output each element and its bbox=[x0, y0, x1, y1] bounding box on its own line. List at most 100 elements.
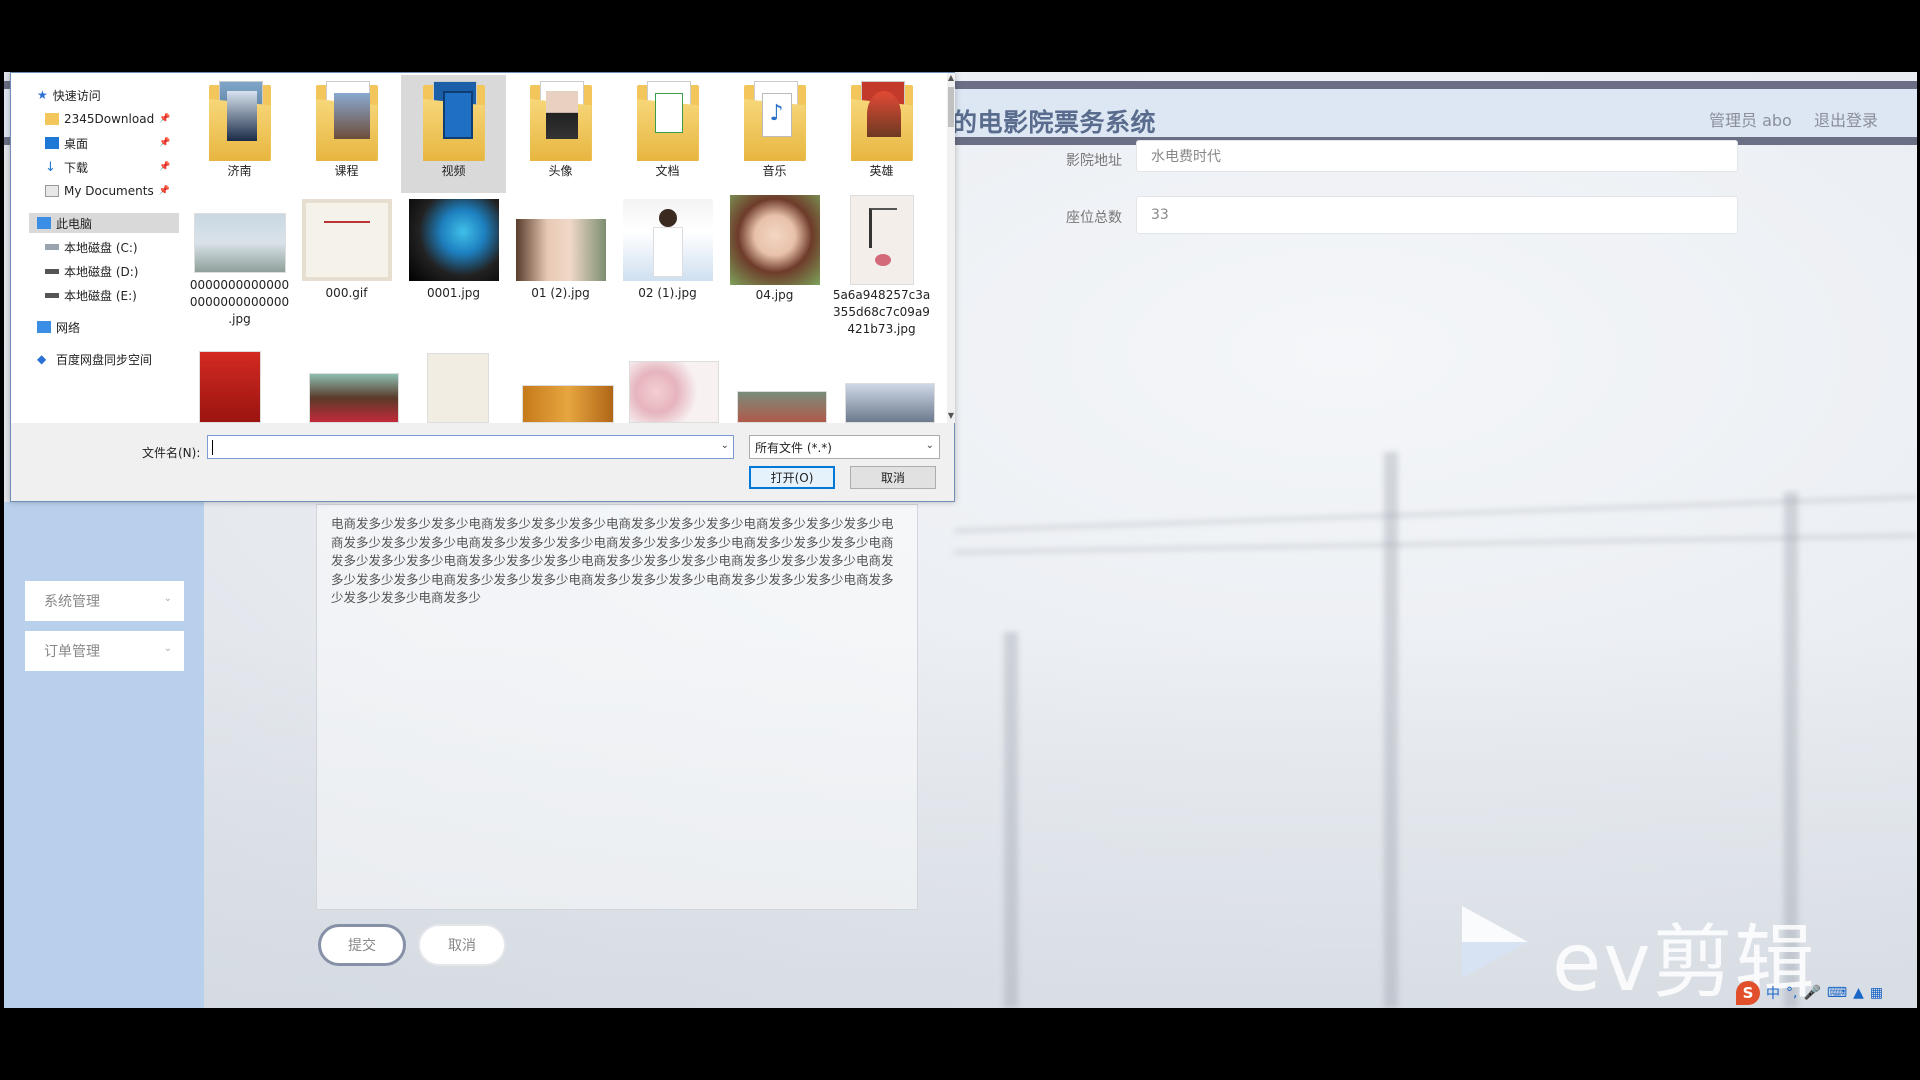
chevron-down-icon[interactable]: ⌄ bbox=[721, 440, 729, 451]
image-thumbnail[interactable] bbox=[629, 361, 719, 423]
chevron-down-icon: ⌄ bbox=[925, 440, 934, 451]
nav-item-downloads[interactable]: ↓ 下载 📌 bbox=[45, 157, 170, 177]
computer-icon bbox=[37, 217, 51, 229]
nav-item-2345download[interactable]: 2345Download 📌 bbox=[45, 109, 170, 129]
image-thumbnail bbox=[408, 199, 499, 281]
file-0001-jpg[interactable]: 0001.jpg bbox=[401, 197, 506, 347]
pin-icon: 📌 bbox=[158, 186, 170, 196]
chevron-down-icon: ⌄ bbox=[163, 643, 172, 654]
file-label: 04.jpg bbox=[755, 288, 794, 302]
sidebar: 系统管理 ⌄ 订单管理 ⌄ bbox=[4, 502, 204, 1008]
folder-icon bbox=[208, 81, 271, 161]
nav-item-network[interactable]: 网络 bbox=[37, 317, 80, 337]
nav-item-quick-access[interactable]: ★ 快速访问 bbox=[37, 85, 101, 105]
drive-icon bbox=[45, 244, 59, 250]
seats-value: 33 bbox=[1151, 207, 1169, 223]
sidebar-item-label: 订单管理 bbox=[44, 644, 100, 660]
ime-mode-indicator[interactable]: 中 bbox=[1766, 983, 1780, 1003]
image-thumbnail[interactable] bbox=[427, 353, 489, 423]
image-thumbnail[interactable] bbox=[845, 383, 935, 423]
image-thumbnail[interactable] bbox=[737, 391, 827, 423]
star-icon: ★ bbox=[37, 88, 48, 102]
image-thumbnail bbox=[515, 219, 606, 281]
image-thumbnail bbox=[849, 195, 914, 285]
folder-videos[interactable]: 视频 bbox=[401, 75, 506, 193]
folder-icon bbox=[315, 81, 378, 161]
folder-avatars[interactable]: 头像 bbox=[508, 75, 613, 193]
open-button[interactable]: 打开(O) bbox=[749, 466, 835, 489]
description-text: 电商发多少发多少发多少电商发多少发多少发多少电商发多少发多少发多少电商发多少发多… bbox=[331, 516, 894, 605]
nav-label: 2345Download bbox=[64, 112, 155, 126]
sidebar-item-label: 系统管理 bbox=[44, 594, 100, 610]
certificate-thumbnail bbox=[301, 199, 392, 281]
image-thumbnail bbox=[622, 199, 713, 281]
file-label: 头像 bbox=[548, 164, 573, 178]
app-title: 的电影院票务系统 bbox=[952, 108, 1157, 137]
nav-label: 此电脑 bbox=[56, 216, 93, 231]
folder-documents[interactable]: 文档 bbox=[615, 75, 720, 193]
vertical-scrollbar[interactable]: ▲ ▼ bbox=[947, 73, 955, 423]
toolbox-icon[interactable]: ▦ bbox=[1870, 985, 1883, 1001]
folder-heroes[interactable]: 英雄 bbox=[829, 75, 934, 193]
keyboard-icon[interactable]: ⌨ bbox=[1827, 985, 1847, 1001]
pin-icon: 📌 bbox=[159, 162, 171, 172]
file-label: 文档 bbox=[655, 164, 680, 178]
nav-label: 百度网盘同步空间 bbox=[56, 352, 153, 367]
nav-label: 快速访问 bbox=[52, 88, 101, 103]
nav-item-desktop[interactable]: 桌面 📌 bbox=[45, 133, 170, 153]
drive-icon bbox=[45, 268, 59, 274]
folder-icon bbox=[529, 81, 592, 161]
skin-icon[interactable]: ▲ bbox=[1853, 985, 1864, 1001]
nav-item-drive-e[interactable]: 本地磁盘 (E:) bbox=[45, 285, 137, 305]
ime-toolbar[interactable]: S 中 °, 🎤 ⌨ ▲ ▦ bbox=[1736, 980, 1883, 1006]
image-thumbnail[interactable] bbox=[522, 385, 614, 423]
folder-jinan[interactable]: 济南 bbox=[187, 75, 292, 193]
address-input[interactable]: 水电费时代 bbox=[1136, 140, 1738, 172]
sidebar-item-order-management[interactable]: 订单管理 ⌄ bbox=[25, 631, 184, 671]
file-list: 济南 课程 视频 头像 文档 ♪ 音乐 英雄 0000000000000 000… bbox=[187, 73, 947, 423]
nav-label: 本地磁盘 (C:) bbox=[64, 240, 138, 255]
download-icon: ↓ bbox=[45, 159, 56, 175]
file-5a6a-jpg[interactable]: 5a6a948257c3a 355d68c7c09a9 421b73.jpg bbox=[829, 195, 934, 347]
filetype-select[interactable]: 所有文件 (*.*) ⌄ bbox=[749, 435, 940, 459]
scrollbar-thumb[interactable] bbox=[948, 87, 954, 127]
ev-logo-icon bbox=[1462, 906, 1528, 978]
pin-icon: 📌 bbox=[159, 138, 171, 148]
file-02-1-jpg[interactable]: 02 (1).jpg bbox=[615, 197, 720, 347]
description-textarea[interactable]: 电商发多少发多少发多少电商发多少发多少发多少电商发多少发多少发多少电商发多少发多… bbox=[316, 504, 918, 910]
nav-item-drive-d[interactable]: 本地磁盘 (D:) bbox=[45, 261, 138, 281]
punctuation-icon[interactable]: °, bbox=[1786, 985, 1797, 1001]
image-thumbnail[interactable] bbox=[199, 351, 261, 423]
background-fence-post bbox=[1004, 632, 1018, 1008]
logout-link[interactable]: 退出登录 bbox=[1814, 107, 1878, 131]
dialog-cancel-button[interactable]: 取消 bbox=[850, 466, 936, 489]
file-label: 济南 bbox=[227, 164, 252, 178]
folder-courses[interactable]: 课程 bbox=[294, 75, 399, 193]
scroll-up-icon[interactable]: ▲ bbox=[947, 73, 955, 82]
nav-item-this-pc[interactable]: 此电脑 bbox=[29, 213, 179, 233]
scroll-down-icon[interactable]: ▼ bbox=[947, 411, 955, 420]
filetype-value: 所有文件 (*.*) bbox=[755, 440, 832, 455]
nav-item-drive-c[interactable]: 本地磁盘 (C:) bbox=[45, 237, 138, 257]
sogou-ime-icon[interactable]: S bbox=[1736, 981, 1760, 1005]
nav-label: 下载 bbox=[64, 160, 89, 175]
nav-label: 网络 bbox=[56, 320, 81, 335]
file-000-gif[interactable]: 000.gif bbox=[294, 197, 399, 347]
folder-icon bbox=[850, 81, 913, 161]
nav-label: 桌面 bbox=[64, 136, 89, 151]
file-label: 英雄 bbox=[869, 164, 894, 178]
submit-button[interactable]: 提交 bbox=[318, 924, 406, 966]
microphone-icon[interactable]: 🎤 bbox=[1803, 985, 1820, 1001]
image-thumbnail[interactable] bbox=[309, 373, 399, 423]
nav-item-baidu-netdisk[interactable]: ◆ 百度网盘同步空间 bbox=[37, 349, 152, 369]
file-long-jpg[interactable]: 0000000000000 0000000000000 .jpg bbox=[187, 197, 292, 347]
folder-music[interactable]: ♪ 音乐 bbox=[722, 75, 827, 193]
nav-item-my-documents[interactable]: My Documents 📌 bbox=[45, 181, 170, 201]
filename-input[interactable]: ⌄ bbox=[207, 435, 734, 459]
cancel-button[interactable]: 取消 bbox=[418, 924, 506, 966]
file-01-2-jpg[interactable]: 01 (2).jpg bbox=[508, 197, 613, 347]
seats-input[interactable]: 33 bbox=[1136, 196, 1738, 234]
sidebar-item-system-management[interactable]: 系统管理 ⌄ bbox=[25, 581, 184, 621]
file-04-jpg[interactable]: 04.jpg bbox=[722, 195, 827, 347]
file-open-dialog: ★ 快速访问 2345Download 📌 桌面 📌 ↓ 下载 📌 My Doc… bbox=[10, 72, 955, 502]
